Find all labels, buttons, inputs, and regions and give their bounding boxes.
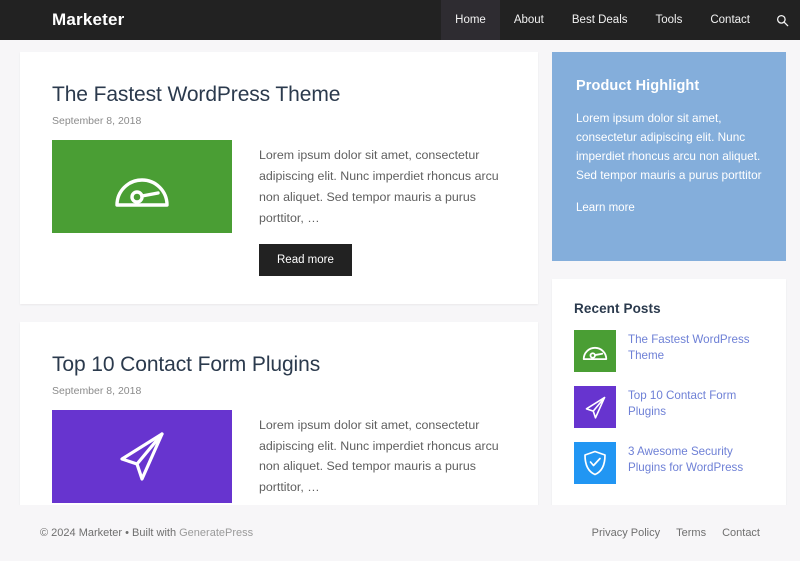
speedometer-icon — [581, 339, 609, 363]
main-content: The Fastest WordPress Theme September 8,… — [20, 52, 538, 561]
shield-check-icon — [582, 449, 608, 477]
list-item[interactable]: Top 10 Contact Form Plugins — [574, 386, 764, 428]
article-card: The Fastest WordPress Theme September 8,… — [20, 52, 538, 304]
nav-item-about[interactable]: About — [500, 0, 558, 40]
recent-post-link[interactable]: Top 10 Contact Form Plugins — [628, 386, 764, 421]
article-date: September 8, 2018 — [52, 384, 142, 397]
page-root: Marketer Home About Best Deals Tools Con… — [0, 0, 800, 561]
search-icon[interactable] — [764, 0, 800, 40]
site-footer: © 2024 Marketer • Built with GeneratePre… — [0, 505, 800, 561]
learn-more-link[interactable]: Learn more — [576, 202, 635, 214]
recent-post-thumbnail[interactable] — [574, 386, 616, 428]
footer-link-contact[interactable]: Contact — [722, 527, 760, 539]
paper-plane-icon — [582, 394, 609, 421]
product-highlight-widget: Product Highlight Lorem ipsum dolor sit … — [552, 52, 786, 261]
nav-item-contact[interactable]: Contact — [696, 0, 764, 40]
article-title[interactable]: Top 10 Contact Form Plugins — [52, 352, 504, 377]
recent-post-link[interactable]: 3 Awesome Security Plugins for WordPress — [628, 442, 764, 477]
footer-copyright-text: © 2024 Marketer • Built with — [40, 527, 180, 539]
read-more-button[interactable]: Read more — [259, 243, 352, 276]
nav-item-home[interactable]: Home — [441, 0, 500, 40]
footer-navigation: Privacy Policy Terms Contact — [592, 527, 760, 539]
sidebar: Product Highlight Lorem ipsum dolor sit … — [552, 52, 786, 508]
main-navigation: Home About Best Deals Tools Contact — [441, 0, 800, 40]
recent-posts-widget: Recent Posts The Fastest WordPress Theme… — [552, 279, 786, 508]
recent-post-thumbnail[interactable] — [574, 442, 616, 484]
paper-plane-icon — [112, 426, 172, 486]
recent-posts-title: Recent Posts — [574, 301, 661, 316]
article-body: Lorem ipsum dolor sit amet, consectetur … — [52, 140, 504, 276]
nav-item-tools[interactable]: Tools — [642, 0, 697, 40]
site-body: The Fastest WordPress Theme September 8,… — [0, 40, 800, 561]
list-item[interactable]: The Fastest WordPress Theme — [574, 330, 764, 372]
product-highlight-title: Product Highlight — [576, 78, 700, 94]
recent-post-link[interactable]: The Fastest WordPress Theme — [628, 330, 764, 365]
recent-posts-list: The Fastest WordPress Theme Top 10 Conta… — [574, 330, 764, 484]
article-thumbnail[interactable] — [52, 140, 232, 234]
list-item[interactable]: 3 Awesome Security Plugins for WordPress — [574, 442, 764, 484]
footer-copyright: © 2024 Marketer • Built with GeneratePre… — [40, 527, 253, 539]
nav-item-best-deals[interactable]: Best Deals — [558, 0, 642, 40]
product-highlight-text: Lorem ipsum dolor sit amet, consectetur … — [576, 111, 762, 183]
site-brand[interactable]: Marketer — [0, 0, 124, 40]
article-date: September 8, 2018 — [52, 115, 142, 128]
article-text: Lorem ipsum dolor sit amet, consectetur … — [259, 140, 504, 276]
footer-link-privacy-policy[interactable]: Privacy Policy — [592, 527, 660, 539]
article-title[interactable]: The Fastest WordPress Theme — [52, 82, 504, 107]
site-header: Marketer Home About Best Deals Tools Con… — [0, 0, 800, 40]
speedometer-icon — [111, 161, 173, 213]
recent-post-thumbnail[interactable] — [574, 330, 616, 372]
article-excerpt: Lorem ipsum dolor sit amet, consectetur … — [259, 148, 499, 225]
article-thumbnail[interactable] — [52, 409, 232, 503]
generatepress-link[interactable]: GeneratePress — [179, 527, 253, 539]
footer-link-terms[interactable]: Terms — [676, 527, 706, 539]
article-excerpt: Lorem ipsum dolor sit amet, consectetur … — [259, 417, 499, 495]
